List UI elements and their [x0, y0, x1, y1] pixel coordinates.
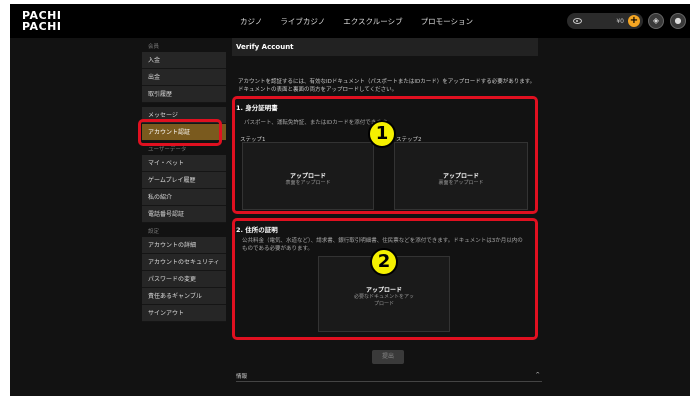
sidebar-section-member: 会員: [148, 44, 160, 50]
highlight-verify-account: [138, 119, 222, 146]
submit-button[interactable]: 提出: [372, 350, 404, 364]
annotation-badge-2: 2: [370, 248, 398, 276]
highlight-address-section: [232, 218, 538, 340]
sidebar-item-sign-out[interactable]: サインアウト: [142, 305, 226, 322]
annotation-badge-1: 1: [368, 120, 396, 148]
top-bar: PACHI PACHI カジノ ライブカジノ エクスクルーシブ プロモーション …: [10, 4, 690, 38]
user-icon[interactable]: ●: [670, 13, 686, 29]
sidebar-item-transactions[interactable]: 取引履歴: [142, 86, 226, 103]
sidebar-item-gameplay-history[interactable]: ゲームプレイ履歴: [142, 172, 226, 189]
sidebar-item-withdraw[interactable]: 出金: [142, 69, 226, 86]
nav-live-casino[interactable]: ライブカジノ: [280, 16, 325, 27]
chevron-up-icon: ^: [535, 372, 540, 378]
sidebar-item-my-bets[interactable]: マイ・ベット: [142, 155, 226, 172]
sidebar-item-change-password[interactable]: パスワードの変更: [142, 271, 226, 288]
intro-text: アカウントを認証するには、有効なIDドキュメント（パスポートまたはIDカード）を…: [238, 79, 536, 93]
deposit-plus-button[interactable]: +: [628, 15, 640, 27]
main-nav: カジノ ライブカジノ エクスクルーシブ プロモーション: [240, 4, 473, 38]
sidebar-item-account-details[interactable]: アカウントの詳細: [142, 237, 226, 254]
sidebar-item-phone-verify[interactable]: 電話番号認証: [142, 206, 226, 223]
sidebar-item-account-security[interactable]: アカウントのセキュリティ: [142, 254, 226, 271]
info-accordion[interactable]: 情報 ^: [236, 372, 542, 382]
info-label: 情報: [236, 374, 248, 380]
verify-account-panel: Verify Account アカウントを認証するには、有効なIDドキュメント（…: [232, 38, 538, 94]
nav-promotion[interactable]: プロモーション: [421, 16, 473, 27]
site-logo[interactable]: PACHI PACHI: [22, 10, 61, 32]
sidebar-item-deposit[interactable]: 入金: [142, 52, 226, 69]
sidebar-item-responsible-gambling[interactable]: 責任あるギャンブル: [142, 288, 226, 305]
wallet-widget: ¥0 +: [567, 13, 643, 29]
sidebar-section-settings: 設定: [148, 229, 160, 235]
nav-exclusive[interactable]: エクスクルーシブ: [343, 16, 402, 27]
nav-casino[interactable]: カジノ: [240, 16, 262, 27]
account-sidebar: 会員 入金 出金 取引履歴 メッセージ アカウント認証 ユーザーデータ マイ・ベ…: [142, 38, 226, 322]
app-frame: PACHI PACHI カジノ ライブカジノ エクスクルーシブ プロモーション …: [10, 4, 690, 396]
page-title: Verify Account: [232, 38, 538, 56]
tag-icon[interactable]: ◈: [648, 13, 664, 29]
sidebar-item-referrals[interactable]: 私の紹介: [142, 189, 226, 206]
highlight-id-section: [232, 96, 538, 214]
eye-icon[interactable]: [573, 18, 582, 24]
wallet-balance: ¥0: [616, 17, 624, 25]
